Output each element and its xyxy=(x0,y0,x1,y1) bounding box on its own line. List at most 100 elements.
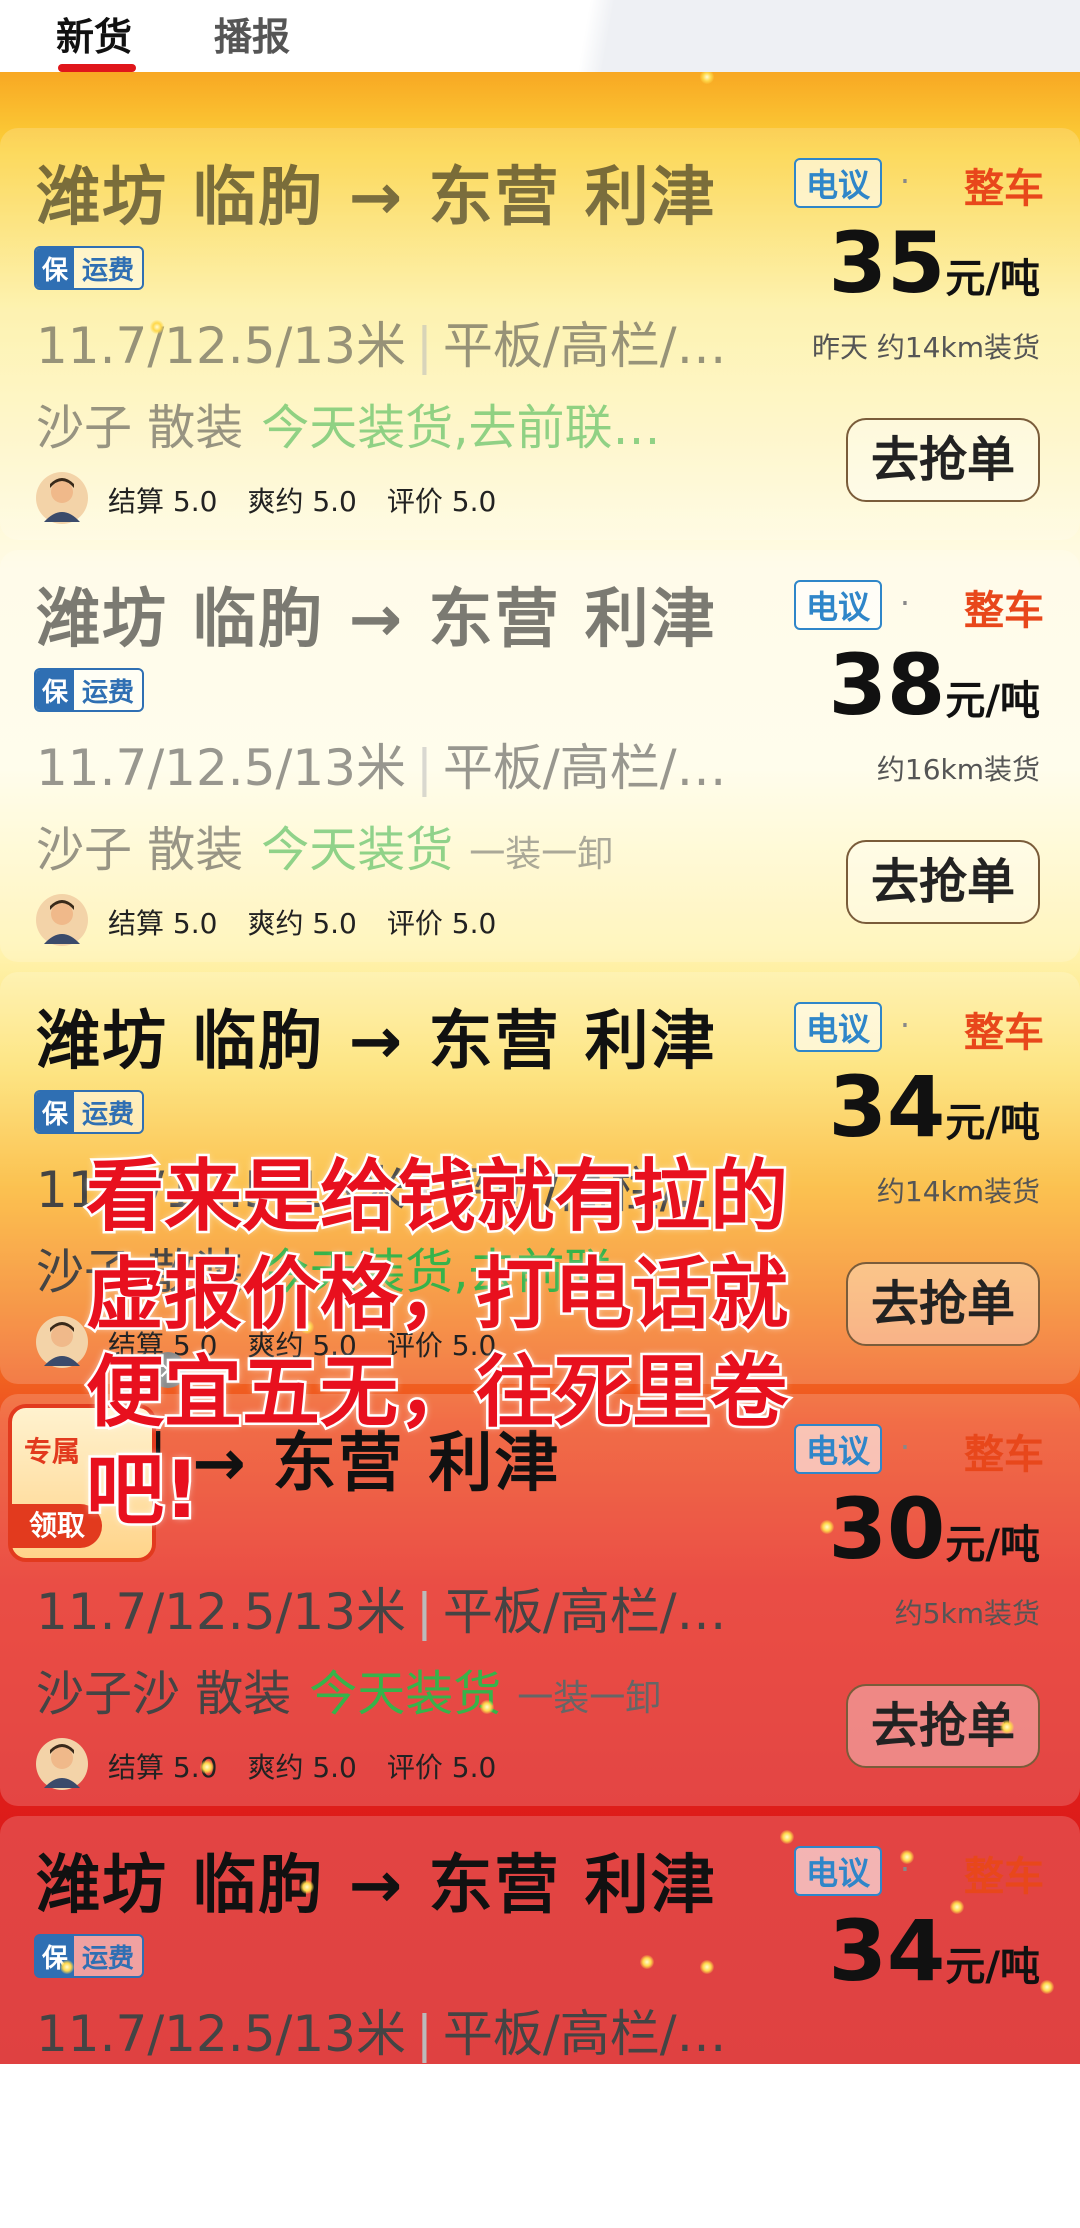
insured-icon: 保 xyxy=(36,670,75,710)
full-truck-tag: 整车 xyxy=(964,588,1044,634)
avatar xyxy=(36,894,88,946)
truck-spec: 11.7/12.5/13米 | 平板/高栏/… xyxy=(36,306,727,378)
spec-separator: | xyxy=(415,317,433,375)
grab-order-button[interactable]: 去抢单 xyxy=(846,418,1040,502)
full-truck-tag: 整车 xyxy=(964,166,1044,212)
negotiable-tag: 电议 xyxy=(793,158,882,208)
route-text: 潍坊 临朐 → 东营 利津 xyxy=(36,990,717,1082)
route-arrow-icon: → xyxy=(348,1005,405,1079)
price-unit: 元/吨 xyxy=(945,1100,1040,1146)
destination: 东营 利津 xyxy=(428,161,717,235)
sparkle-decoration xyxy=(150,320,164,334)
route-text: 潍坊 临朐 → 东营 利津 xyxy=(36,146,717,238)
sparkle-decoration xyxy=(700,1960,714,1974)
load-note: 今天装货,去前联… xyxy=(261,400,661,456)
rating-keep: 爽约 5.0 xyxy=(247,485,357,518)
top-tab-bar: 新货 播报 xyxy=(0,0,1080,72)
full-truck-tag: 整车 xyxy=(964,1010,1044,1056)
pickup-distance: 约5km装货 xyxy=(894,1597,1040,1630)
promo-title: 专属 xyxy=(24,1435,81,1468)
truck-length: 11.7/12.5/13米 xyxy=(36,1583,406,1641)
active-tab-indicator xyxy=(58,64,136,72)
sparkle-decoration xyxy=(480,1700,494,1714)
route-text: 潍坊 临朐 → 东营 利津 xyxy=(36,1834,717,1926)
price-value: 38 xyxy=(828,636,946,734)
price-value: 34 xyxy=(828,1058,946,1156)
load-note: 今天装货 xyxy=(261,822,454,878)
caption-line: 虚报价格，打电话就 xyxy=(84,1248,791,1343)
shipper-ratings: 结算 5.0 爽约 5.0 评价 5.0 xyxy=(108,480,526,520)
price: 34元/吨 xyxy=(828,1058,1040,1156)
negotiable-tag: 电议 xyxy=(793,1846,882,1896)
origin: 潍坊 临朐 xyxy=(36,161,325,235)
tag-separator: · xyxy=(899,1006,910,1044)
grab-order-button[interactable]: 去抢单 xyxy=(846,840,1040,924)
sparkle-decoration xyxy=(1040,1980,1054,1994)
price-value: 34 xyxy=(828,1902,946,2000)
rating-keep: 爽约 5.0 xyxy=(247,1751,357,1784)
pickup-distance: 昨天 约14km装货 xyxy=(811,331,1040,364)
truck-spec: 11.7/12.5/13米 | 平板/高栏/… xyxy=(36,1994,727,2066)
route-text: 潍坊 临朐 → 东营 利津 xyxy=(36,568,717,660)
negotiable-tag: 电议 xyxy=(793,1002,882,1052)
destination: 东营 利津 xyxy=(428,1005,717,1079)
goods-type: 沙子沙 散装 xyxy=(36,1666,292,1722)
sparkle-decoration xyxy=(200,1760,214,1774)
tab-new-goods[interactable]: 新货 xyxy=(56,6,132,61)
full-truck-tag: 整车 xyxy=(964,1854,1044,1900)
price-value: 35 xyxy=(828,214,946,312)
origin: 潍坊 临朐 xyxy=(36,1849,325,1923)
sparkle-decoration xyxy=(1000,1720,1014,1734)
goods-type: 沙子 散装 xyxy=(36,400,244,456)
caption-line: 看来是给钱就有拉的 xyxy=(84,1150,791,1245)
sparkle-decoration xyxy=(60,1960,74,1974)
price-unit: 元/吨 xyxy=(945,678,1040,724)
destination: 东营 利津 xyxy=(428,1849,717,1923)
tag-separator: · xyxy=(899,584,910,622)
fee-label: 运费 xyxy=(74,248,143,288)
load-extra: 一装一卸 xyxy=(517,1678,662,1719)
shipper-ratings: 结算 5.0 爽约 5.0 评价 5.0 xyxy=(108,902,526,942)
destination: 东营 利津 xyxy=(428,583,717,657)
price: 38元/吨 xyxy=(828,636,1040,734)
rating-settle: 结算 5.0 xyxy=(108,907,218,940)
truck-types: 平板/高栏/… xyxy=(442,739,727,797)
negotiable-tag: 电议 xyxy=(793,580,882,630)
rating-settle: 结算 5.0 xyxy=(108,485,218,518)
price-unit: 元/吨 xyxy=(945,1944,1040,1990)
caption-line: 便宜五无，往死里卷 xyxy=(84,1346,791,1441)
truck-spec: 11.7/12.5/13米 | 平板/高栏/… xyxy=(36,1572,727,1644)
insured-fee-badge: 保运费 xyxy=(34,1090,145,1134)
insured-icon: 保 xyxy=(36,248,75,288)
tab-broadcast[interactable]: 播报 xyxy=(214,6,290,61)
cargo-card[interactable]: 潍坊 临朐 → 东营 利津保运费 11.7/12.5/13米 | 平板/高栏/… 沙子 … xyxy=(0,550,1080,962)
goods-info: 沙子 散装 今天装货 一装一卸 xyxy=(36,810,613,880)
price-unit: 元/吨 xyxy=(945,1522,1040,1568)
fee-label: 运费 xyxy=(74,1092,143,1132)
route-arrow-icon: → xyxy=(348,583,405,657)
truck-spec: 11.7/12.5/13米 | 平板/高栏/… xyxy=(36,728,727,800)
origin: 潍坊 临朐 xyxy=(36,583,325,657)
overlay-caption: 看来是给钱就有拉的 虚报价格，打电话就 便宜五无，往死里卷 吧! xyxy=(84,1148,926,1540)
cargo-card[interactable]: 潍坊 临朐 → 东营 利津保运费 11.7/12.5/13米 | 平板/高栏/… 电议 ·… xyxy=(0,1816,1080,2228)
shipper-ratings: 结算 5.0 爽约 5.0 评价 5.0 xyxy=(108,1746,526,1786)
cargo-card[interactable]: 潍坊 临朐 → 东营 利津保运费 11.7/12.5/13米 | 平板/高栏/… 沙子 … xyxy=(0,128,1080,540)
avatar xyxy=(36,472,88,524)
caption-line: 吧! xyxy=(84,1444,203,1539)
truck-length: 11.7/12.5/13米 xyxy=(36,317,406,375)
spec-separator: | xyxy=(415,739,433,797)
route-arrow-icon: → xyxy=(348,161,405,235)
price: 34元/吨 xyxy=(828,1902,1040,2000)
insured-fee-badge: 保运费 xyxy=(34,246,145,290)
insured-fee-badge: 保运费 xyxy=(34,668,145,712)
truck-types: 平板/高栏/… xyxy=(442,1583,727,1641)
sparkle-decoration xyxy=(640,1955,654,1969)
truck-types: 平板/高栏/… xyxy=(442,2005,727,2063)
fee-label: 运费 xyxy=(74,670,143,710)
rating-review: 评价 5.0 xyxy=(386,907,497,940)
rating-review: 评价 5.0 xyxy=(386,1751,497,1784)
route-arrow-icon: → xyxy=(348,1849,405,1923)
price: 35元/吨 xyxy=(828,214,1040,312)
sparkle-decoration xyxy=(950,1900,964,1914)
fee-label: 运费 xyxy=(74,1936,143,1976)
